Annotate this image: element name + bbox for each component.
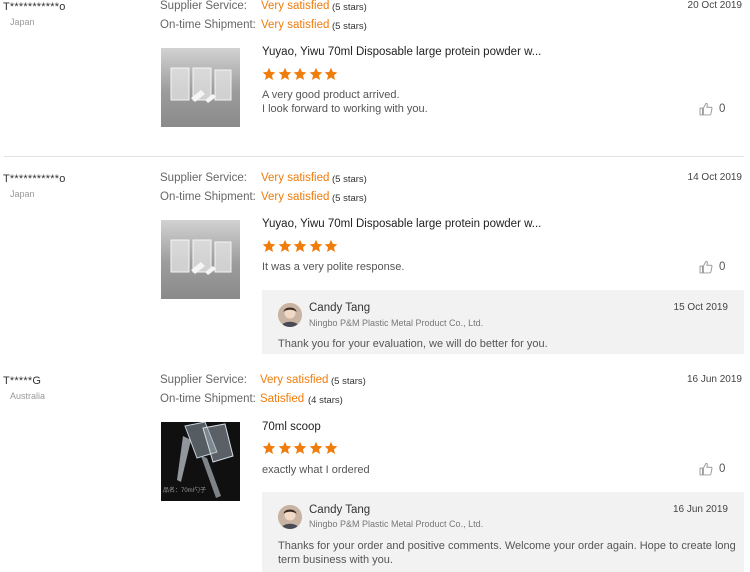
comment-line: I look forward to working with you. (262, 103, 428, 115)
product-title-link[interactable]: Yuyao, Yiwu 70ml Disposable large protei… (262, 218, 541, 230)
star-icon (324, 239, 338, 252)
avatar (278, 303, 302, 327)
supplier-service-rating: Very satisfied (260, 374, 329, 386)
supplier-service-label: Supplier Service: (160, 0, 247, 12)
comment-line: It was a very polite response. (262, 261, 405, 273)
supplier-service-label: Supplier Service: (160, 374, 247, 386)
reply-text: Thanks for your order and positive comme… (278, 540, 736, 566)
reply-company: Ningbo P&M Plastic Metal Product Co., Lt… (309, 318, 484, 328)
comment-line: A very good product arrived. (262, 89, 400, 101)
star-icon (324, 441, 338, 454)
buyer-name: T*****G (3, 375, 42, 387)
comment-line: exactly what I ordered (262, 464, 370, 476)
review-divider (4, 156, 744, 157)
buyer-name: T***********o (3, 173, 66, 185)
star-icon (309, 239, 322, 252)
reply-date: 15 Oct 2019 (673, 302, 728, 313)
supplier-service-stars: (5 stars) (332, 2, 367, 13)
reply-text: Thank you for your evaluation, we will d… (278, 338, 548, 350)
rating-stars (262, 441, 338, 456)
supplier-service-label: Supplier Service: (160, 172, 247, 184)
product-title-link[interactable]: Yuyao, Yiwu 70ml Disposable large protei… (262, 46, 541, 58)
star-icon (262, 67, 276, 80)
review-comment: It was a very polite response. (262, 260, 404, 274)
ontime-shipment-label: On-time Shipment: (160, 191, 256, 203)
supplier-service-rating: Very satisfied (261, 0, 330, 12)
like-button[interactable]: 0 (699, 462, 725, 476)
star-icon (309, 441, 322, 454)
product-thumbnail[interactable]: 品名：70ml勺子 (161, 422, 240, 501)
product-thumbnail[interactable] (161, 220, 240, 299)
ontime-shipment-rating: Very satisfied (261, 191, 330, 203)
star-icon (293, 441, 307, 454)
star-icon (309, 67, 322, 80)
buyer-country: Japan (10, 17, 35, 27)
reply-company: Ningbo P&M Plastic Metal Product Co., Lt… (309, 519, 484, 529)
thumbs-up-icon (699, 260, 713, 274)
ontime-shipment-stars: (5 stars) (332, 21, 367, 32)
star-icon (278, 239, 291, 252)
supplier-service-stars: (5 stars) (331, 376, 366, 387)
review-comment: A very good product arrived. I look forw… (262, 88, 428, 116)
ontime-shipment-stars: (5 stars) (332, 193, 367, 204)
thumbnail-caption: 品名：70ml勺子 (163, 488, 207, 494)
like-count: 0 (719, 463, 726, 475)
review-date: 20 Oct 2019 (687, 0, 742, 11)
thumbs-up-icon (699, 462, 713, 476)
supplier-service-stars: (5 stars) (332, 174, 367, 185)
star-icon (278, 441, 291, 454)
review-date: 14 Oct 2019 (687, 172, 742, 183)
ontime-shipment-rating: Satisfied (260, 393, 305, 405)
avatar (278, 505, 302, 529)
like-button[interactable]: 0 (699, 102, 725, 116)
ontime-shipment-stars: (4 stars) (308, 395, 343, 406)
like-count: 0 (719, 261, 726, 273)
like-count: 0 (719, 103, 726, 115)
review-comment: exactly what I ordered (262, 463, 370, 477)
reply-author-name: Candy Tang (309, 302, 371, 314)
supplier-service-rating: Very satisfied (261, 172, 330, 184)
supplier-reply: Candy Tang Ningbo P&M Plastic Metal Prod… (262, 492, 744, 572)
buyer-country: Australia (10, 391, 46, 401)
star-icon (293, 67, 307, 80)
product-thumbnail[interactable] (161, 48, 240, 127)
review-date: 16 Jun 2019 (686, 374, 742, 385)
like-button[interactable]: 0 (699, 260, 725, 274)
ontime-shipment-label: On-time Shipment: (160, 393, 256, 405)
buyer-name: T***********o (3, 1, 66, 13)
rating-stars (262, 67, 338, 82)
supplier-reply: Candy Tang Ningbo P&M Plastic Metal Prod… (262, 290, 744, 354)
star-icon (262, 441, 276, 454)
star-icon (262, 239, 276, 252)
star-icon (324, 67, 338, 80)
star-icon (278, 67, 291, 80)
thumbs-up-icon (699, 102, 713, 116)
rating-stars (262, 239, 338, 254)
reply-author-name: Candy Tang (309, 504, 371, 516)
reply-date: 16 Jun 2019 (672, 504, 728, 515)
ontime-shipment-label: On-time Shipment: (160, 19, 256, 31)
product-title-link[interactable]: 70ml scoop (262, 421, 321, 433)
buyer-country: Japan (10, 189, 35, 199)
ontime-shipment-rating: Very satisfied (261, 19, 330, 31)
star-icon (293, 239, 307, 252)
